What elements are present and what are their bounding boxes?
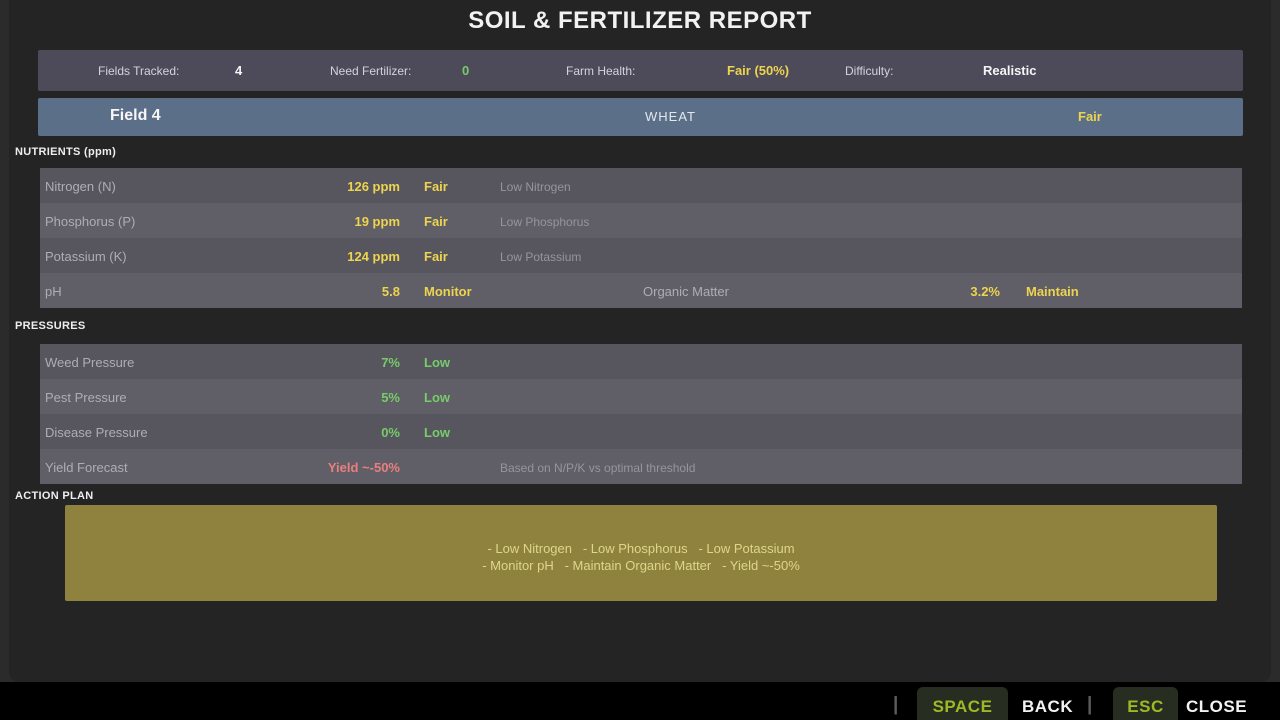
organic-matter-label: Organic Matter xyxy=(643,284,729,299)
field-header-row[interactable]: Field 4 WHEAT Fair xyxy=(38,98,1243,136)
footer-separator-1: | xyxy=(893,694,898,716)
back-button[interactable]: BACK xyxy=(1022,697,1073,717)
row-note: Low Nitrogen xyxy=(500,180,571,194)
pressure-row-pest: Pest Pressure 5% Low xyxy=(40,379,1242,414)
page-title: SOIL & FERTILIZER REPORT xyxy=(0,7,1280,35)
row-status: Low xyxy=(424,355,450,370)
field-crop: WHEAT xyxy=(645,109,696,124)
farm-stats-bar: Fields Tracked: 4 Need Fertilizer: 0 Far… xyxy=(38,50,1243,91)
pressure-row-weed: Weed Pressure 7% Low xyxy=(40,344,1242,379)
pressures-section-label: PRESSURES xyxy=(15,320,86,332)
row-value: 7% xyxy=(280,355,400,370)
row-status: Monitor xyxy=(424,284,472,299)
row-value: 5% xyxy=(280,390,400,405)
organic-matter-value: 3.2% xyxy=(920,284,1000,299)
row-label: Pest Pressure xyxy=(45,390,127,405)
row-label: Potassium (K) xyxy=(45,249,127,264)
space-key-button[interactable]: SPACE xyxy=(917,687,1008,720)
need-fertilizer-label: Need Fertilizer: xyxy=(330,64,411,78)
farm-health-label: Farm Health: xyxy=(566,64,635,78)
row-value: 19 ppm xyxy=(280,214,400,229)
esc-key-button[interactable]: ESC xyxy=(1113,687,1178,720)
field-name: Field 4 xyxy=(110,107,161,125)
row-label: Phosphorus (P) xyxy=(45,214,135,229)
action-plan-line-2: - Monitor pH - Maintain Organic Matter -… xyxy=(65,557,1217,574)
pressure-row-disease: Disease Pressure 0% Low xyxy=(40,414,1242,449)
row-label: pH xyxy=(45,284,62,299)
difficulty-value: Realistic xyxy=(983,63,1036,78)
row-label: Disease Pressure xyxy=(45,425,148,440)
nutrient-row-phosphorus: Phosphorus (P) 19 ppm Fair Low Phosphoru… xyxy=(40,203,1242,238)
action-plan-line-1: - Low Nitrogen - Low Phosphorus - Low Po… xyxy=(65,540,1217,557)
fields-tracked-value: 4 xyxy=(235,63,242,78)
row-note: Based on N/P/K vs optimal threshold xyxy=(500,461,695,475)
nutrients-section-label: NUTRIENTS (ppm) xyxy=(15,146,116,158)
row-note: Low Potassium xyxy=(500,250,581,264)
yield-forecast-row: Yield Forecast Yield ~-50% Based on N/P/… xyxy=(40,449,1242,484)
row-status: Fair xyxy=(424,179,448,194)
nutrient-row-potassium: Potassium (K) 124 ppm Fair Low Potassium xyxy=(40,238,1242,273)
fields-tracked-label: Fields Tracked: xyxy=(98,64,179,78)
row-status: Fair xyxy=(424,214,448,229)
action-plan-box: - Low Nitrogen - Low Phosphorus - Low Po… xyxy=(65,505,1217,601)
row-status: Low xyxy=(424,390,450,405)
row-label: Nitrogen (N) xyxy=(45,179,116,194)
field-status: Fair xyxy=(1078,109,1102,124)
difficulty-label: Difficulty: xyxy=(845,64,893,78)
row-status: Fair xyxy=(424,249,448,264)
row-status: Low xyxy=(424,425,450,440)
row-value: 5.8 xyxy=(280,284,400,299)
row-label: Yield Forecast xyxy=(45,460,128,475)
farm-health-value: Fair (50%) xyxy=(727,63,789,78)
row-note: Low Phosphorus xyxy=(500,215,589,229)
nutrient-row-ph: pH 5.8 Monitor Organic Matter 3.2% Maint… xyxy=(40,273,1242,308)
row-value: Yield ~-50% xyxy=(280,460,400,475)
row-value: 124 ppm xyxy=(280,249,400,264)
footer-separator-2: | xyxy=(1087,694,1092,716)
row-label: Weed Pressure xyxy=(45,355,134,370)
nutrient-row-nitrogen: Nitrogen (N) 126 ppm Fair Low Nitrogen xyxy=(40,168,1242,203)
row-value: 0% xyxy=(280,425,400,440)
need-fertilizer-value: 0 xyxy=(462,63,469,78)
close-button[interactable]: CLOSE xyxy=(1186,697,1247,717)
action-plan-section-label: ACTION PLAN xyxy=(15,490,93,502)
organic-matter-status: Maintain xyxy=(1026,284,1079,299)
row-value: 126 ppm xyxy=(280,179,400,194)
